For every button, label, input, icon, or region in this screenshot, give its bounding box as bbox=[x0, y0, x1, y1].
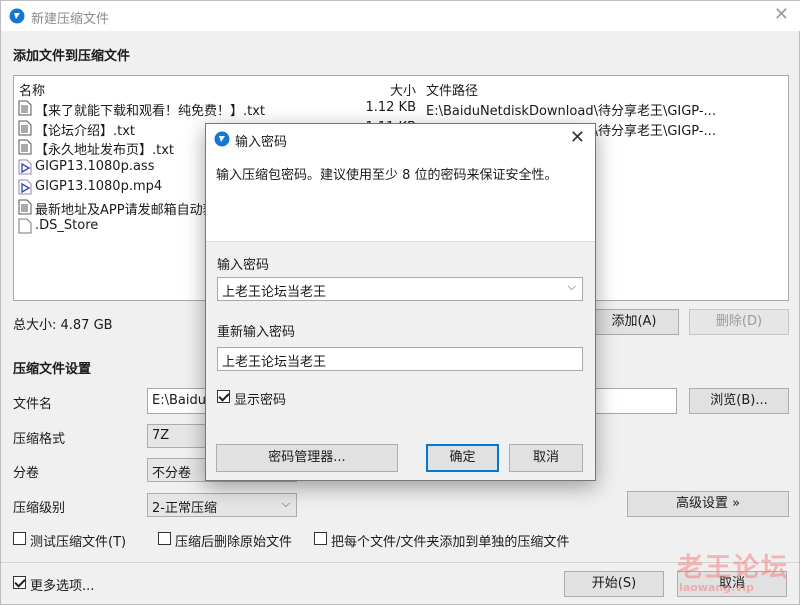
app-icon bbox=[214, 131, 230, 147]
file-name: GIGP13.1080p.ass bbox=[35, 159, 155, 175]
column-name[interactable]: 名称 bbox=[19, 80, 45, 99]
text-file-icon bbox=[18, 120, 32, 136]
password-label: 输入密码 bbox=[217, 258, 270, 273]
dialog-title-bar: 输入密码 ✕ bbox=[206, 124, 595, 154]
text-file-icon bbox=[18, 199, 32, 215]
start-button[interactable]: 开始(S) bbox=[564, 571, 664, 597]
media-file-icon bbox=[18, 159, 32, 175]
show-password-label: 显示密码 bbox=[234, 393, 287, 408]
more-options-label: 更多选项... bbox=[30, 579, 95, 594]
ok-button[interactable]: 确定 bbox=[426, 444, 499, 472]
confirm-password-input[interactable]: 上老王论坛当老王 bbox=[217, 347, 583, 371]
file-list-header: 名称 大小 文件路径 bbox=[14, 76, 788, 99]
password-manager-button[interactable]: 密码管理器... bbox=[216, 444, 398, 472]
level-label: 压缩级别 bbox=[13, 501, 66, 516]
text-file-icon bbox=[18, 100, 32, 116]
password-input[interactable]: 上老王论坛当老王 ⌵ bbox=[217, 277, 583, 301]
delete-button[interactable]: 删除(D) bbox=[689, 309, 789, 335]
format-label: 压缩格式 bbox=[13, 432, 66, 447]
split-label: 分卷 bbox=[13, 466, 40, 481]
media-file-icon bbox=[18, 179, 32, 195]
close-icon[interactable]: ✕ bbox=[570, 128, 585, 148]
format-value: 7Z bbox=[152, 428, 170, 443]
dialog-title: 输入密码 bbox=[235, 135, 288, 150]
separate-archives-label: 把每个文件/文件夹添加到单独的压缩文件 bbox=[331, 535, 570, 550]
window-title: 新建压缩文件 bbox=[31, 12, 110, 27]
delete-after-label: 压缩后删除原始文件 bbox=[175, 535, 293, 550]
file-name: 【来了就能下载和观看！纯免费！】.txt bbox=[35, 104, 266, 119]
split-value: 不分卷 bbox=[152, 466, 192, 481]
level-value: 2-正常压缩 bbox=[152, 501, 217, 516]
dialog-cancel-button[interactable]: 取消 bbox=[509, 444, 583, 472]
dialog-description-panel: 输入压缩包密码。建议使用至少 8 位的密码来保证安全性。 bbox=[206, 154, 595, 242]
app-icon bbox=[9, 8, 25, 24]
file-name: GIGP13.1080p.mp4 bbox=[35, 178, 163, 194]
browse-button[interactable]: 浏览(B)... bbox=[689, 388, 789, 414]
dialog-description: 输入压缩包密码。建议使用至少 8 位的密码来保证安全性。 bbox=[216, 168, 558, 183]
column-size[interactable]: 大小 bbox=[390, 80, 416, 99]
column-path[interactable]: 文件路径 bbox=[426, 80, 478, 99]
file-name: 最新地址及APP请发邮箱自动获 bbox=[35, 202, 216, 218]
watermark-text: 老王论坛 bbox=[677, 553, 790, 583]
blank-file-icon bbox=[18, 218, 32, 234]
title-bar: 新建压缩文件 ✕ bbox=[1, 1, 800, 31]
advanced-settings-button[interactable]: 高级设置 » bbox=[627, 491, 789, 517]
password-dialog: 输入密码 ✕ 输入压缩包密码。建议使用至少 8 位的密码来保证安全性。 输入密码… bbox=[205, 123, 596, 481]
test-archive-label: 测试压缩文件(T) bbox=[30, 535, 127, 550]
total-size: 总大小: 4.87 GB bbox=[13, 318, 113, 333]
level-select[interactable]: 2-正常压缩 ⌵ bbox=[147, 493, 297, 517]
settings-title: 压缩文件设置 bbox=[13, 362, 92, 377]
show-password-checkbox[interactable] bbox=[217, 390, 230, 403]
separate-archives-checkbox[interactable] bbox=[314, 532, 327, 545]
more-options-checkbox[interactable] bbox=[13, 576, 26, 589]
add-button[interactable]: 添加(A) bbox=[589, 309, 679, 335]
file-path: E:\BaiduNetdiskDownload\待分享老王\GIGP-... bbox=[426, 104, 716, 119]
file-size: 1.12 KB bbox=[365, 100, 416, 115]
files-section-title: 添加文件到压缩文件 bbox=[13, 49, 131, 64]
close-icon[interactable]: ✕ bbox=[774, 5, 789, 25]
file-name: 【永久地址发布页】.txt bbox=[35, 143, 175, 159]
password-value: 上老王论坛当老王 bbox=[222, 285, 327, 300]
text-file-icon bbox=[18, 139, 32, 155]
file-row[interactable]: 【来了就能下载和观看！纯免费！】.txt 1.12 KB E:\BaiduNetdi… bbox=[14, 98, 788, 119]
file-name: .DS_Store bbox=[35, 218, 99, 234]
test-archive-checkbox[interactable] bbox=[13, 532, 26, 545]
watermark-url: laowang.vip bbox=[679, 581, 755, 594]
delete-after-checkbox[interactable] bbox=[158, 532, 171, 545]
watermark-logo: 老王论坛 laowang.vip bbox=[677, 547, 790, 594]
filename-label: 文件名 bbox=[13, 397, 53, 412]
chevron-down-icon: ⌵ bbox=[281, 497, 290, 510]
chevron-down-icon[interactable]: ⌵ bbox=[568, 280, 576, 294]
confirm-password-label: 重新输入密码 bbox=[217, 325, 296, 340]
file-name: 【论坛介绍】.txt bbox=[35, 123, 136, 139]
